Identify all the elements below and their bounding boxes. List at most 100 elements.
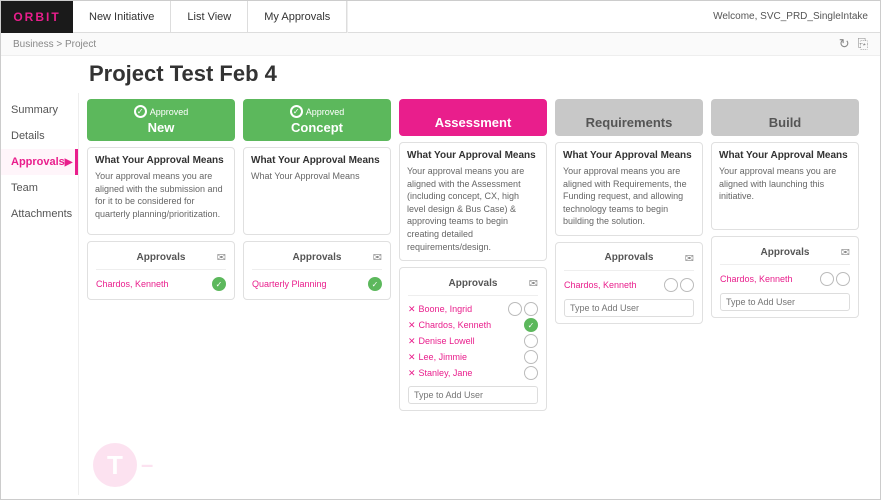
status-a3-1[interactable]: [524, 350, 538, 364]
approver-name-build-0: Chardos, Kenneth: [720, 274, 820, 284]
approver-name-assessment-2: Denise Lowell: [419, 336, 524, 346]
approver-status-build-0: [820, 272, 850, 286]
kanban-col-build: Build What Your Approval Means Your appr…: [711, 99, 859, 411]
x-mark-1[interactable]: ✕: [408, 320, 416, 331]
breadcrumb-actions: ↻ ⎘: [839, 36, 868, 52]
sidebar: Summary Details Approvals ▶ Team Attachm…: [1, 93, 79, 495]
sidebar-item-team[interactable]: Team: [1, 175, 78, 201]
add-user-input-requirements[interactable]: [564, 299, 694, 317]
stage-status-label-concept: Approved: [306, 107, 345, 117]
status-a0-2[interactable]: [524, 302, 538, 316]
approvals-title-requirements: Approvals: [597, 252, 662, 263]
stage-name-concept: Concept: [251, 120, 383, 135]
approval-means-card-requirements: What Your Approval Means Your approval m…: [555, 142, 703, 236]
add-user-input-build[interactable]: [720, 293, 850, 311]
stage-status-concept: ✓ Approved: [251, 105, 383, 118]
status-req-0-1[interactable]: [664, 278, 678, 292]
approver-status-concept-0: ✓: [368, 277, 382, 291]
mail-icon-concept: ✉: [373, 252, 382, 264]
main-layout: Summary Details Approvals ▶ Team Attachm…: [1, 93, 880, 495]
status-a1-approved[interactable]: ✓: [524, 318, 538, 332]
sidebar-item-approvals[interactable]: Approvals ▶: [1, 149, 78, 175]
check-circle-concept: ✓: [290, 105, 303, 118]
status-approved-concept-0[interactable]: ✓: [368, 277, 382, 291]
stage-header-assessment: Assessment: [399, 99, 547, 136]
status-build-0-1[interactable]: [820, 272, 834, 286]
breadcrumb-path: Business > Project: [13, 39, 96, 50]
tmobile-watermark: T –: [93, 443, 153, 487]
approval-means-title-requirements: What Your Approval Means: [563, 150, 695, 161]
logo-text: ORBIT: [13, 10, 60, 24]
nav-new-initiative[interactable]: New Initiative: [73, 1, 171, 33]
stage-header-concept: ✓ Approved Concept: [243, 99, 391, 141]
approval-means-title-assessment: What Your Approval Means: [407, 150, 539, 161]
kanban-col-requirements: Requirements What Your Approval Means Yo…: [555, 99, 703, 411]
status-req-0-2[interactable]: [680, 278, 694, 292]
add-user-input-assessment[interactable]: [408, 386, 538, 404]
sidebar-item-summary[interactable]: Summary: [1, 97, 78, 123]
nav-list-view[interactable]: List View: [171, 1, 248, 33]
mail-icon-assessment: ✉: [529, 278, 538, 290]
approvals-header-build: Approvals ✉: [720, 243, 850, 265]
approvals-card-requirements: Approvals ✉ Chardos, Kenneth: [555, 242, 703, 324]
approvals-header-requirements: Approvals ✉: [564, 249, 694, 271]
approver-row-new-0: Chardos, Kenneth ✓: [96, 275, 226, 293]
approvals-title-concept: Approvals: [285, 252, 350, 263]
approvals-card-build: Approvals ✉ Chardos, Kenneth: [711, 236, 859, 318]
stage-name-assessment: Assessment: [407, 115, 539, 130]
page-title: Project Test Feb 4: [1, 56, 880, 93]
approval-means-card-new: What Your Approval Means Your approval m…: [87, 147, 235, 235]
approver-row-assessment-3: ✕ Lee, Jimmie: [408, 349, 538, 365]
x-mark-4[interactable]: ✕: [408, 368, 416, 379]
sidebar-arrow-icon: ▶: [65, 157, 73, 168]
approval-means-text-assessment: Your approval means you are aligned with…: [407, 165, 539, 253]
stage-name-requirements: Requirements: [563, 115, 695, 130]
approvals-title-new: Approvals: [129, 252, 194, 263]
logo-area: ORBIT: [1, 1, 73, 33]
share-icon[interactable]: ⎘: [858, 36, 868, 52]
approver-name-req-0: Chardos, Kenneth: [564, 280, 664, 290]
approver-row-assessment-2: ✕ Denise Lowell: [408, 333, 538, 349]
approval-means-title-new: What Your Approval Means: [95, 155, 227, 166]
refresh-icon[interactable]: ↻: [839, 36, 850, 52]
approver-status-req-0: [664, 278, 694, 292]
status-a4-1[interactable]: [524, 366, 538, 380]
approver-status-new-0: ✓: [212, 277, 226, 291]
approvals-card-new: Approvals ✉ Chardos, Kenneth ✓: [87, 241, 235, 300]
x-mark-0[interactable]: ✕: [408, 304, 416, 315]
approver-name-assessment-1: Chardos, Kenneth: [419, 320, 524, 330]
approver-row-assessment-1: ✕ Chardos, Kenneth ✓: [408, 317, 538, 333]
approval-means-text-concept: What Your Approval Means: [251, 170, 383, 183]
x-mark-2[interactable]: ✕: [408, 336, 416, 347]
status-approved-new-0[interactable]: ✓: [212, 277, 226, 291]
stage-header-build: Build: [711, 99, 859, 136]
approval-means-text-build: Your approval means you are aligned with…: [719, 165, 851, 203]
approvals-header-new: Approvals ✉: [96, 248, 226, 270]
approver-row-assessment-4: ✕ Stanley, Jane: [408, 365, 538, 381]
approver-row-concept-0: Quarterly Planning ✓: [252, 275, 382, 293]
status-a0-1[interactable]: [508, 302, 522, 316]
approval-means-card-concept: What Your Approval Means What Your Appro…: [243, 147, 391, 235]
status-a2-1[interactable]: [524, 334, 538, 348]
check-circle-new: ✓: [134, 105, 147, 118]
approver-row-assessment-0: ✕ Boone, Ingrid: [408, 301, 538, 317]
sidebar-approvals-label: Approvals: [11, 156, 65, 168]
status-build-0-2[interactable]: [836, 272, 850, 286]
approver-name-assessment-4: Stanley, Jane: [419, 368, 524, 378]
approvals-header-concept: Approvals ✉: [252, 248, 382, 270]
stage-name-new: New: [95, 120, 227, 135]
kanban-col-new: ✓ Approved New What Your Approval Means …: [87, 99, 235, 411]
approver-name-assessment-0: Boone, Ingrid: [419, 304, 508, 314]
nav-my-approvals[interactable]: My Approvals: [248, 1, 347, 33]
mail-icon-requirements: ✉: [685, 253, 694, 265]
sidebar-item-attachments[interactable]: Attachments: [1, 201, 78, 227]
approver-name-assessment-3: Lee, Jimmie: [419, 352, 524, 362]
approver-row-req-0: Chardos, Kenneth: [564, 276, 694, 294]
approvals-title-assessment: Approvals: [441, 278, 506, 289]
approver-name-concept-0: Quarterly Planning: [252, 279, 368, 289]
header: ORBIT New Initiative List View My Approv…: [1, 1, 880, 33]
stage-header-requirements: Requirements: [555, 99, 703, 136]
sidebar-item-details[interactable]: Details: [1, 123, 78, 149]
kanban-board: ✓ Approved New What Your Approval Means …: [87, 99, 872, 411]
x-mark-3[interactable]: ✕: [408, 352, 416, 363]
